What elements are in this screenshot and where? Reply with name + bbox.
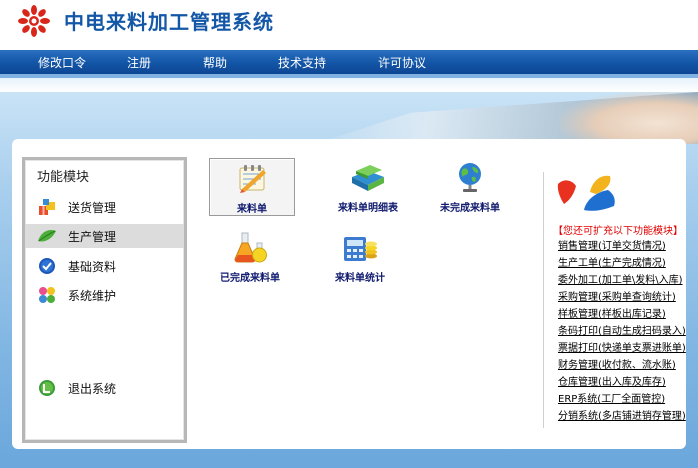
sidebar-item-label: 生产管理 bbox=[68, 230, 117, 244]
module-label: 未完成来料单 bbox=[440, 203, 500, 214]
module-label: 已完成来料单 bbox=[220, 273, 280, 284]
sidebar-item-label: 退出系统 bbox=[68, 382, 117, 396]
app-header: 中电来料加工管理系统 bbox=[0, 0, 698, 50]
promo-logo-icon bbox=[557, 175, 615, 211]
app-title: 中电来料加工管理系统 bbox=[64, 10, 274, 34]
module-label: 来料单明细表 bbox=[338, 203, 398, 214]
sidebar-title: 功能模块 bbox=[37, 170, 90, 185]
module-finished-order[interactable]: 已完成来料单 bbox=[207, 228, 293, 286]
feature-link[interactable]: 分销系统(多店铺进销存管理) bbox=[558, 407, 686, 422]
puzzle-icon bbox=[39, 287, 55, 303]
sidebar-item-basic-data[interactable]: 基础资料 bbox=[25, 254, 184, 278]
module-incoming-order-detail[interactable]: 来料单明细表 bbox=[325, 158, 411, 216]
feature-link[interactable]: 条码打印(自动生成扫码录入) bbox=[558, 322, 686, 337]
calculator-coins-icon bbox=[344, 237, 377, 261]
sidebar-item-production[interactable]: 生产管理 bbox=[25, 224, 184, 248]
feature-link[interactable]: 仓库管理(出入库及库存) bbox=[558, 373, 666, 388]
nav-register[interactable]: 注册 bbox=[127, 54, 151, 71]
sidebar-item-label: 送货管理 bbox=[68, 201, 117, 215]
module-incoming-order-stats[interactable]: 来料单统计 bbox=[317, 228, 403, 286]
globe-icon bbox=[459, 163, 481, 192]
function-module-sidebar: 功能模块 送货管理 生产管理 基础资料 系统维护 退出系统 bbox=[22, 157, 187, 443]
feature-link[interactable]: 财务管理(收付款、流水账) bbox=[558, 356, 676, 371]
exit-icon bbox=[39, 380, 55, 396]
promo-divider bbox=[543, 172, 544, 428]
top-nav-bar: 修改口令 注册 帮助 技术支持 许可协议 bbox=[0, 50, 698, 74]
sidebar-item-delivery[interactable]: 送货管理 bbox=[25, 195, 184, 219]
notepad-pencil-icon bbox=[239, 165, 266, 193]
nav-change-password[interactable]: 修改口令 bbox=[38, 54, 86, 71]
books-icon bbox=[352, 165, 384, 191]
feature-link[interactable]: 委外加工(加工单\发料\入库) bbox=[558, 271, 683, 286]
sidebar-item-system-maintenance[interactable]: 系统维护 bbox=[25, 283, 184, 307]
promo-title: 【您还可扩充以下功能模块】 bbox=[553, 226, 683, 237]
gift-box-icon bbox=[39, 199, 55, 215]
module-unfinished-order[interactable]: 未完成来料单 bbox=[427, 158, 513, 216]
feature-link[interactable]: 销售管理(订单交货情况) bbox=[558, 237, 666, 252]
feature-link[interactable]: 票据打印(快递单支票进账单) bbox=[558, 339, 686, 354]
app-logo-icon bbox=[18, 5, 50, 37]
check-circle-icon bbox=[39, 258, 55, 274]
banner-hand-image bbox=[560, 92, 698, 144]
module-label: 来料单统计 bbox=[335, 273, 385, 284]
sidebar-item-exit[interactable]: 退出系统 bbox=[25, 376, 184, 400]
module-incoming-order[interactable]: 来料单 bbox=[209, 158, 295, 216]
feature-link[interactable]: ERP系统(工厂全面管控) bbox=[558, 390, 665, 405]
leaf-icon bbox=[38, 230, 56, 242]
nav-help[interactable]: 帮助 bbox=[203, 54, 227, 71]
feature-link[interactable]: 生产工单(生产完成情况) bbox=[558, 254, 666, 269]
module-label: 来料单 bbox=[237, 204, 267, 215]
feature-link[interactable]: 采购管理(采购单查询统计) bbox=[558, 288, 676, 303]
nav-tech-support[interactable]: 技术支持 bbox=[278, 54, 326, 71]
flask-icon bbox=[234, 232, 267, 263]
nav-shadow bbox=[0, 78, 698, 92]
sidebar-item-label: 系统维护 bbox=[68, 289, 117, 303]
nav-license[interactable]: 许可协议 bbox=[378, 54, 426, 71]
feature-link[interactable]: 样板管理(样板出库记录) bbox=[558, 305, 666, 320]
sidebar-item-label: 基础资料 bbox=[68, 260, 117, 274]
